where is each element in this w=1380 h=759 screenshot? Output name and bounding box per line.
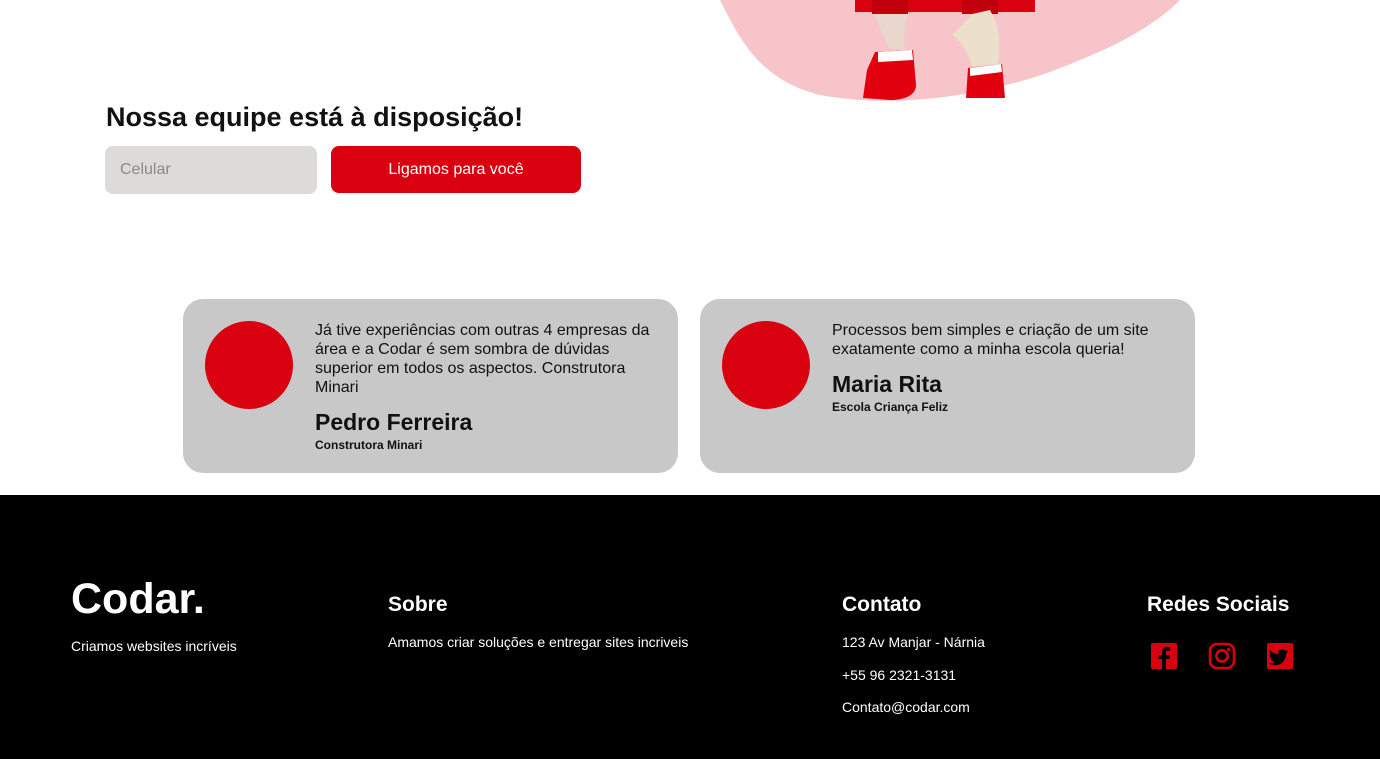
testimonial-body: Processos bem simples e criação de um si… — [832, 321, 1172, 414]
testimonial-name: Pedro Ferreira — [315, 409, 473, 435]
testimonial-company: Escola Criança Feliz — [832, 400, 949, 414]
page: Nossa equipe está à disposição! Ligamos … — [0, 0, 1380, 759]
contact-address: 123 Av Manjar - Nárnia — [842, 634, 985, 650]
facebook-icon[interactable] — [1142, 641, 1185, 671]
phone-input[interactable] — [105, 146, 317, 194]
contact-title: Contato — [842, 593, 922, 616]
brand-logo: Codar. — [71, 575, 205, 623]
contact-email[interactable]: Contato@codar.com — [842, 699, 970, 715]
testimonial-quote: Processos bem simples e criação de um si… — [832, 322, 1149, 358]
footer: Codar. Criamos websites incríveis Sobre … — [0, 495, 1380, 759]
twitter-icon[interactable] — [1258, 641, 1301, 671]
avatar — [205, 321, 293, 409]
testimonial-name: Maria Rita — [832, 371, 942, 397]
testimonial-company: Construtora Minari — [315, 438, 423, 452]
testimonial-body: Já tive experiências com outras 4 empres… — [315, 321, 655, 452]
hero-illustration — [720, 0, 1180, 101]
social-title: Redes Sociais — [1147, 593, 1290, 616]
brand-tagline: Criamos websites incríveis — [71, 638, 237, 654]
testimonial-card: Processos bem simples e criação de um si… — [700, 299, 1195, 473]
social-links — [1142, 641, 1301, 671]
instagram-icon[interactable] — [1200, 641, 1243, 671]
testimonial-card: Já tive experiências com outras 4 empres… — [183, 299, 678, 473]
cta-title: Nossa equipe está à disposição! — [106, 102, 524, 132]
call-me-button[interactable]: Ligamos para você — [331, 146, 581, 193]
avatar — [722, 321, 810, 409]
contact-phone: +55 96 2321-3131 — [842, 667, 957, 683]
testimonial-quote: Já tive experiências com outras 4 empres… — [315, 322, 650, 396]
about-text: Amamos criar soluções e entregar sites i… — [388, 634, 689, 650]
about-title: Sobre — [388, 593, 448, 616]
